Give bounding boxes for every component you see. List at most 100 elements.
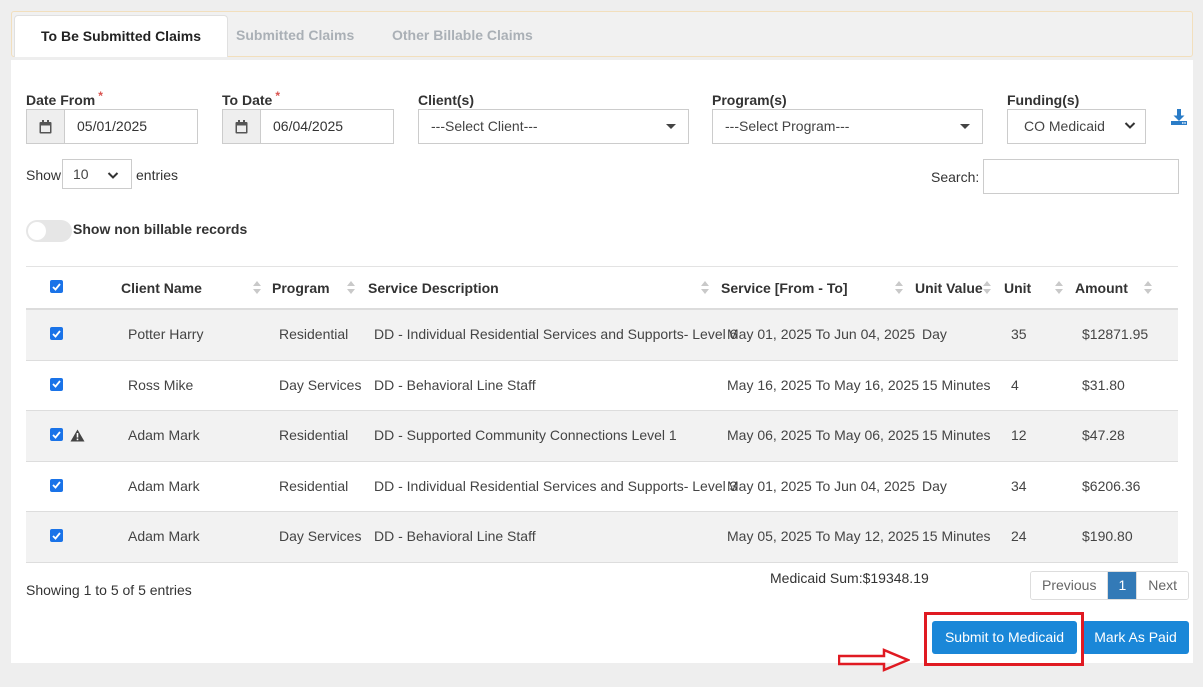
column-unit[interactable]: Unit [1004,280,1031,296]
cell-program: Residential [279,427,349,443]
row-checkbox[interactable] [50,327,63,340]
annotation-arrow-icon [838,648,910,672]
caret-down-icon [666,124,676,129]
toggle-knob [28,222,46,240]
search-label: Search: [931,169,980,185]
cell-service-period: May 01, 2025 To Jun 04, 2025 [727,477,916,494]
cell-service-description: DD - Supported Community Connections Lev… [374,427,677,443]
check-icon [52,282,61,291]
mark-as-paid-button[interactable]: Mark As Paid [1082,621,1189,654]
check-icon [52,430,61,439]
entries-length-value: 10 [73,166,89,182]
program-select-value: ---Select Program--- [725,118,850,134]
pagination-previous[interactable]: Previous [1031,572,1108,599]
column-service-period[interactable]: Service [From - To] [721,280,848,296]
pagination-next[interactable]: Next [1136,572,1189,599]
calendar-icon[interactable] [27,110,65,143]
claims-panel: Date From * To Date * Client(s) Program(s)… [11,60,1193,663]
column-program[interactable]: Program [272,280,330,296]
cell-unit: 12 [1011,427,1027,443]
table-row[interactable]: Potter Harry Residential DD - Individual… [26,310,1178,361]
select-all-checkbox[interactable] [50,280,63,293]
sort-icon[interactable] [983,281,991,295]
annotation-highlight-box [924,612,1084,666]
non-billable-label: Show non billable records [73,221,248,237]
table-body: Potter Harry Residential DD - Individual… [26,310,1178,563]
row-checkbox[interactable] [50,377,63,391]
cell-amount: $190.80 [1082,528,1133,544]
pagination-page-1[interactable]: 1 [1107,572,1137,599]
sort-icon[interactable] [253,281,261,295]
medicaid-sum: Medicaid Sum:$19348.19 [770,570,929,586]
tab-to-be-submitted[interactable]: To Be Submitted Claims [14,15,228,57]
sort-icon[interactable] [347,281,355,295]
cell-amount: $31.80 [1082,376,1125,393]
cell-client-name: Adam Mark [128,427,200,443]
cell-service-period: May 06, 2025 To May 06, 2025 [727,427,919,443]
programs-label: Program(s) [712,92,787,108]
row-checkbox[interactable] [50,478,63,492]
check-icon [52,481,61,489]
cell-client-name: Adam Mark [128,477,200,494]
search-input[interactable] [983,159,1179,194]
table-row[interactable]: Adam Mark Day Services DD - Behavioral L… [26,512,1178,563]
check-icon [52,329,61,338]
client-select-value: ---Select Client--- [431,118,538,134]
cell-unit-value: 15 Minutes [922,427,991,443]
cell-unit-value: 15 Minutes [922,376,991,393]
sort-icon[interactable] [1144,281,1152,295]
tab-submitted[interactable]: Submitted Claims [210,15,380,57]
date-from-input[interactable]: 05/01/2025 [65,110,197,143]
cell-amount: $12871.95 [1082,326,1149,342]
to-date-label: To Date * [222,89,280,108]
entries-length-select[interactable]: 10 [62,159,132,189]
to-date-input[interactable]: 06/04/2025 [261,110,393,143]
column-unit-value[interactable]: Unit Value [915,280,983,296]
cell-amount: $47.28 [1082,427,1125,443]
funding-select-value: CO Medicaid [1024,118,1105,134]
entries-label: entries [136,167,179,183]
cell-program: Residential [279,477,349,494]
chevron-down-icon [107,172,119,179]
cell-service-description: DD - Behavioral Line Staff [374,528,536,544]
caret-down-icon [960,124,970,129]
sort-icon[interactable] [701,281,709,295]
table-row[interactable]: Adam Mark Residential DD - Supported Com… [26,411,1178,462]
column-service-description[interactable]: Service Description [368,280,499,296]
cell-unit-value: 15 Minutes [922,528,991,544]
clients-label: Client(s) [418,92,474,108]
check-icon [52,531,61,540]
cell-client-name: Adam Mark [128,528,200,544]
calendar-icon[interactable] [223,110,261,143]
cell-service-period: May 05, 2025 To May 12, 2025 [727,528,919,544]
download-icon[interactable] [1170,108,1188,126]
column-client-name[interactable]: Client Name [121,280,202,296]
cell-unit-value: Day [922,477,947,494]
cell-unit-value: Day [922,326,947,342]
funding-select[interactable]: CO Medicaid [1007,109,1146,144]
date-from-field[interactable]: 05/01/2025 [26,109,198,144]
to-date-field[interactable]: 06/04/2025 [222,109,394,144]
cell-unit: 24 [1011,528,1027,544]
cell-service-description: DD - Behavioral Line Staff [374,376,536,393]
pagination: Previous 1 Next [1030,571,1190,600]
column-amount[interactable]: Amount [1075,280,1128,296]
client-select[interactable]: ---Select Client--- [418,109,689,144]
program-select[interactable]: ---Select Program--- [712,109,983,144]
cell-service-period: May 01, 2025 To Jun 04, 2025 [727,326,916,342]
table-info: Showing 1 to 5 of 5 entries [26,582,192,598]
cell-unit: 35 [1011,326,1027,342]
chevron-down-icon [1124,122,1136,129]
cell-amount: $6206.36 [1082,477,1141,494]
table-row[interactable]: Adam Mark Residential DD - Individual Re… [26,462,1178,512]
tab-other-billable[interactable]: Other Billable Claims [366,15,559,57]
cell-service-period: May 16, 2025 To May 16, 2025 [727,376,919,393]
table-row[interactable]: Ross Mike Day Services DD - Behavioral L… [26,361,1178,411]
row-checkbox[interactable] [50,529,63,542]
sort-icon[interactable] [1055,281,1063,295]
row-checkbox[interactable] [50,428,63,441]
date-from-label: Date From * [26,89,103,108]
non-billable-toggle[interactable] [26,220,72,242]
sort-icon[interactable] [895,281,903,295]
warning-icon[interactable] [70,429,85,442]
